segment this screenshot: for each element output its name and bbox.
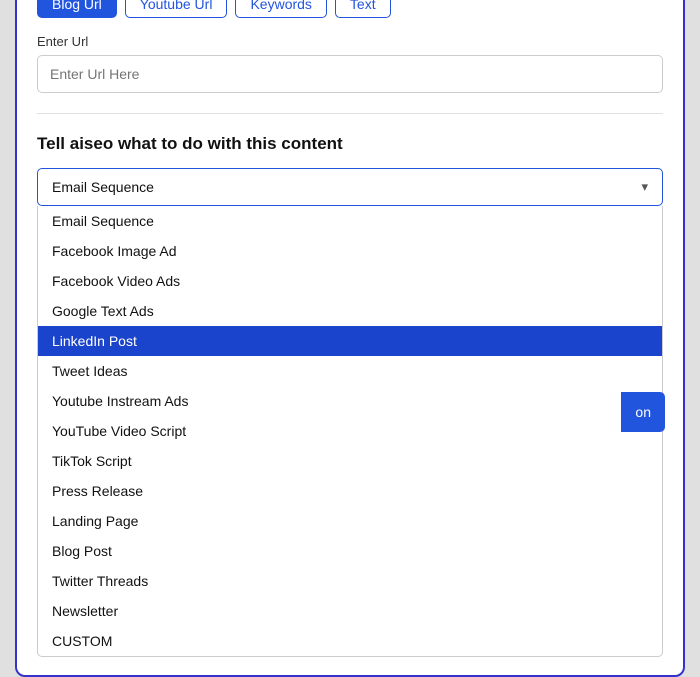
dropdown-item[interactable]: CUSTOM (38, 626, 662, 656)
dropdown-item[interactable]: Blog Post (38, 536, 662, 566)
tab-keywords[interactable]: Keywords (235, 0, 326, 18)
dropdown-arrow-icon: ▾ (641, 179, 648, 195)
section2-title: Tell aiseo what to do with this content (37, 134, 663, 154)
dropdown-item[interactable]: Facebook Video Ads (38, 266, 662, 296)
action-button[interactable]: on (621, 392, 665, 432)
dropdown-item[interactable]: TikTok Script (38, 446, 662, 476)
dropdown-item[interactable]: Press Release (38, 476, 662, 506)
dropdown-item[interactable]: Facebook Image Ad (38, 236, 662, 266)
tab-row: Blog Url Youtube Url Keywords Text (37, 0, 663, 18)
section-divider (37, 113, 663, 114)
main-container: Give aiseo content to Remix Turn a piece… (15, 0, 685, 677)
tab-youtube-url[interactable]: Youtube Url (125, 0, 228, 18)
dropdown-item[interactable]: Twitter Threads (38, 566, 662, 596)
dropdown-item[interactable]: Youtube Instream Ads (38, 386, 662, 416)
dropdown-item[interactable]: Tweet Ideas (38, 356, 662, 386)
url-input-label: Enter Url (37, 34, 663, 49)
dropdown-selected-label: Email Sequence (52, 179, 154, 195)
dropdown-item[interactable]: Google Text Ads (38, 296, 662, 326)
dropdown-item-linkedin[interactable]: LinkedIn Post (38, 326, 662, 356)
dropdown-wrapper: Email Sequence ▾ Email Sequence Facebook… (37, 168, 663, 657)
dropdown-list: Email Sequence Facebook Image Ad Faceboo… (37, 206, 663, 657)
dropdown-selected[interactable]: Email Sequence ▾ (37, 168, 663, 206)
tab-blog-url[interactable]: Blog Url (37, 0, 117, 18)
dropdown-item[interactable]: Newsletter (38, 596, 662, 626)
tab-text[interactable]: Text (335, 0, 391, 18)
url-input[interactable] (37, 55, 663, 93)
dropdown-item[interactable]: Email Sequence (38, 206, 662, 236)
dropdown-item[interactable]: YouTube Video Script (38, 416, 662, 446)
dropdown-item[interactable]: Landing Page (38, 506, 662, 536)
